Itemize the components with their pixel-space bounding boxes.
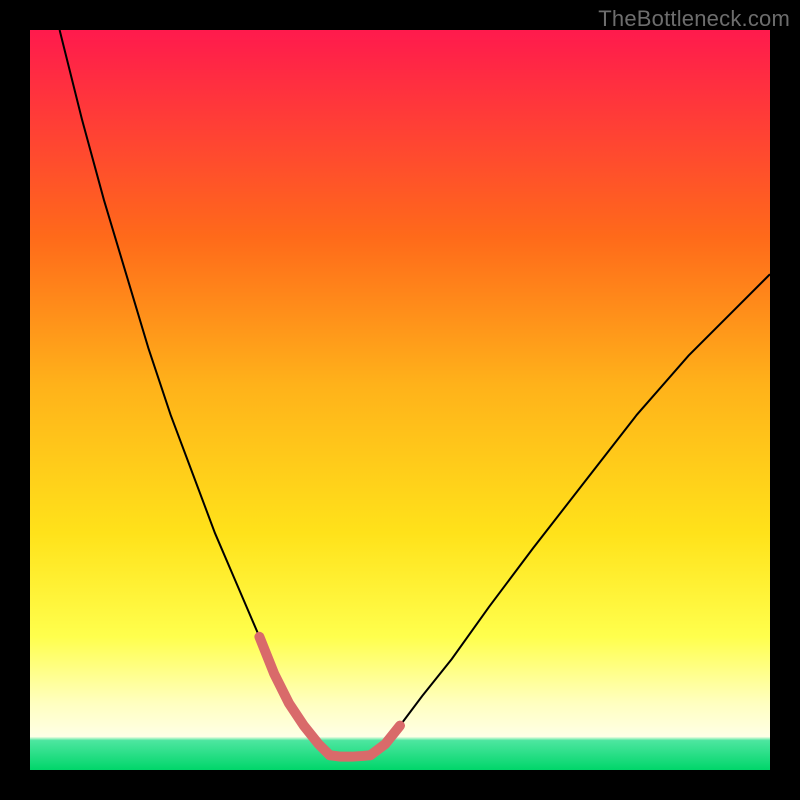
- series-highlight-bottom: [330, 755, 371, 756]
- chart-frame: TheBottleneck.com: [0, 0, 800, 800]
- watermark-text: TheBottleneck.com: [598, 6, 790, 32]
- chart-svg: [30, 30, 770, 770]
- gradient-background: [30, 30, 770, 770]
